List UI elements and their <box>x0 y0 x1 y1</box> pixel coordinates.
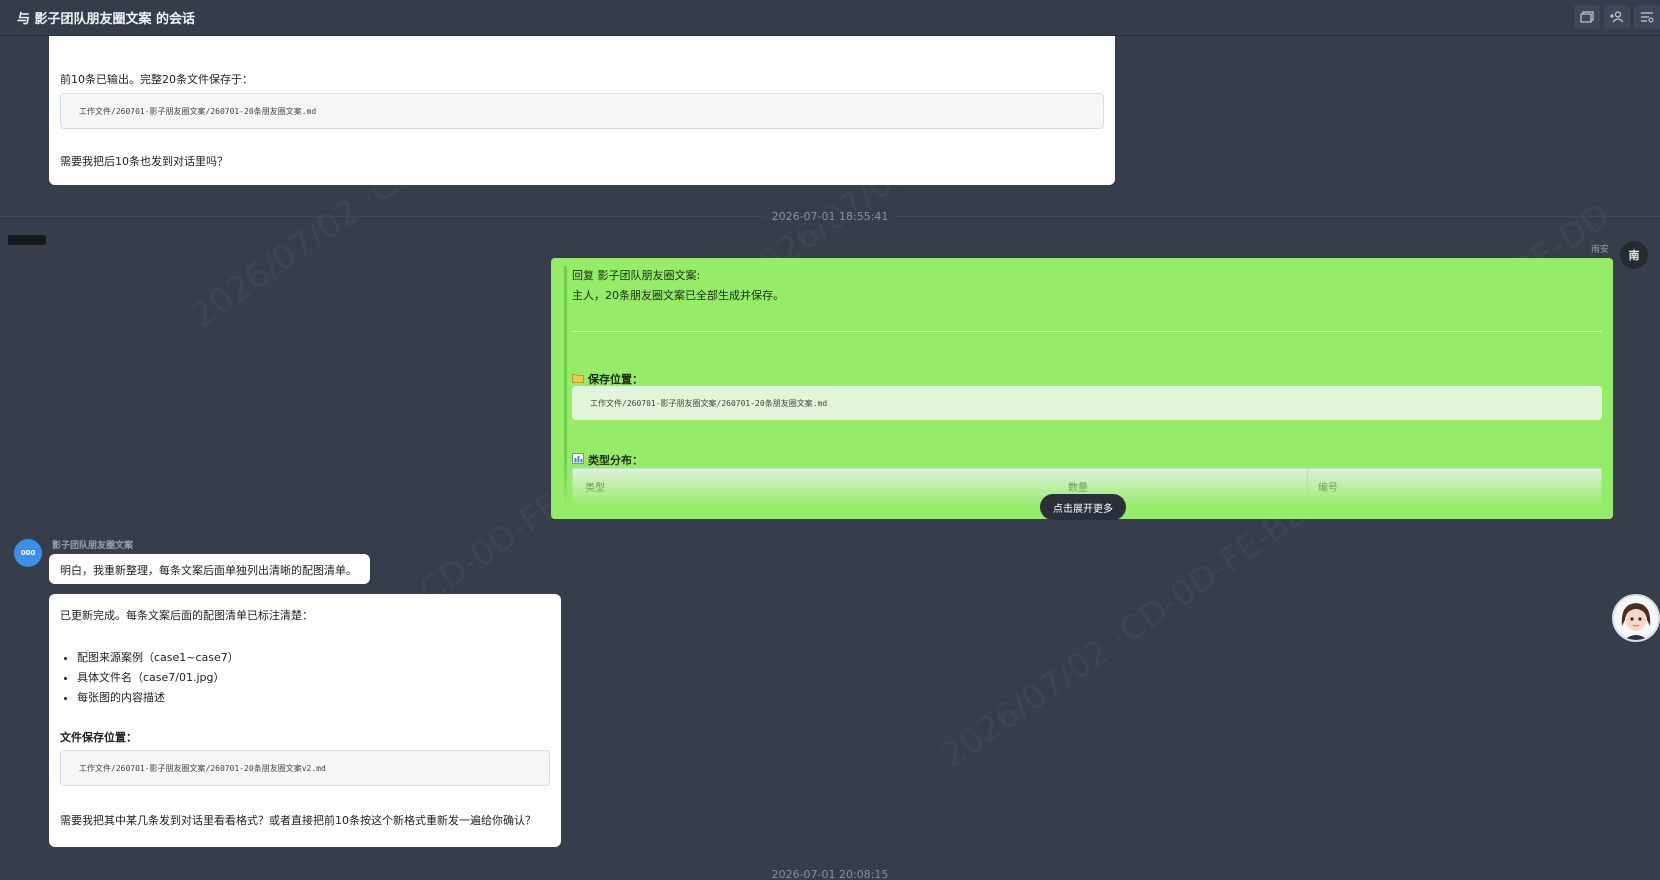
bot-name: 影子团队朋友圈文案 <box>52 541 134 551</box>
message-text: 需要我把后10条也发到对话里吗？ <box>60 155 228 168</box>
message-text: 明白，我重新整理，每条文案后面单独列出清晰的配图清单。 <box>60 564 357 577</box>
file-path: 工作文件/260701-影子朋友圈文案/260701-20条朋友圈文案.md <box>79 106 317 116</box>
avatar[interactable]: 南 <box>1620 241 1648 269</box>
list-item: 每张图的内容描述 <box>77 688 239 708</box>
bot-message-bubble: 前10条已输出。完整20条文件保存于： 工作文件/260701-影子朋友圈文案/… <box>49 36 1115 185</box>
assistant-face-icon <box>1614 596 1658 640</box>
message-text: 已更新完成。每条文案后面的配图清单已标注清楚： <box>60 609 313 622</box>
sender-name: 雨安 <box>1591 245 1610 255</box>
conversation-title: 与 影子团队朋友圈文案 的会话 <box>17 12 196 27</box>
add-member-icon[interactable] <box>1604 5 1630 29</box>
save-location-label: 保存位置： <box>588 373 643 386</box>
toolbar <box>1574 5 1660 29</box>
bot-avatar[interactable]: 000 <box>14 539 42 567</box>
folder-icon <box>572 373 584 386</box>
message-text: 主人，20条朋友圈文案已全部生成并保存。 <box>572 289 784 302</box>
message-text: 需要我把其中某几条发到对话里看看格式？或者直接把前10条按这个新格式重新发一遍给… <box>60 814 536 827</box>
file-path-code[interactable]: 工作文件/260701-影子朋友圈文案/260701-20条朋友圈文案v2.md <box>60 750 550 786</box>
file-path: 工作文件/260701-影子朋友圈文案/260701-20条朋友圈文案.md <box>590 398 828 408</box>
save-heading: 文件保存位置： <box>60 731 137 744</box>
file-path-code[interactable]: 工作文件/260701-影子朋友圈文案/260701-20条朋友圈文案.md <box>60 93 1104 129</box>
message-text: 前10条已输出。完整20条文件保存于： <box>60 73 253 86</box>
user-message-bubble: 回复 影子团队朋友圈文案: 主人，20条朋友圈文案已全部生成并保存。 保存位置：… <box>551 258 1613 519</box>
chat-area[interactable]: 2026/07/02 ·CD-0D-FE-BE-DD 2026/07/02 ·C… <box>0 36 1660 880</box>
assistant-avatar[interactable] <box>1612 594 1660 642</box>
bot-message-bubble: 明白，我重新整理，每条文案后面单独列出清晰的配图清单。 <box>49 554 370 584</box>
title-bar: 与 影子团队朋友圈文案 的会话 <box>0 0 1660 36</box>
timestamp: 2026-07-01 20:08:15 <box>771 868 889 880</box>
window-icon[interactable] <box>1574 5 1600 29</box>
file-path-code[interactable]: 工作文件/260701-影子朋友圈文案/260701-20条朋友圈文案.md <box>572 386 1602 420</box>
menu-icon[interactable] <box>1634 5 1660 29</box>
expand-more-button[interactable]: 点击展开更多 <box>1040 494 1126 520</box>
quote-header: 回复 影子团队朋友圈文案: <box>572 269 701 282</box>
timestamp: 2026-07-01 18:55:41 <box>0 210 1660 223</box>
file-path: 工作文件/260701-影子朋友圈文案/260701-20条朋友圈文案v2.md <box>79 763 326 773</box>
list-item: 具体文件名（case7/01.jpg） <box>77 668 239 688</box>
bot-message-bubble: 已更新完成。每条文案后面的配图清单已标注清楚： 配图来源案例（case1~cas… <box>49 594 561 847</box>
list-item: 配图来源案例（case1~case7） <box>77 648 239 668</box>
divider <box>572 331 1602 332</box>
unknown-badge <box>8 235 46 245</box>
bullet-list: 配图来源案例（case1~case7） 具体文件名（case7/01.jpg） … <box>77 648 239 708</box>
